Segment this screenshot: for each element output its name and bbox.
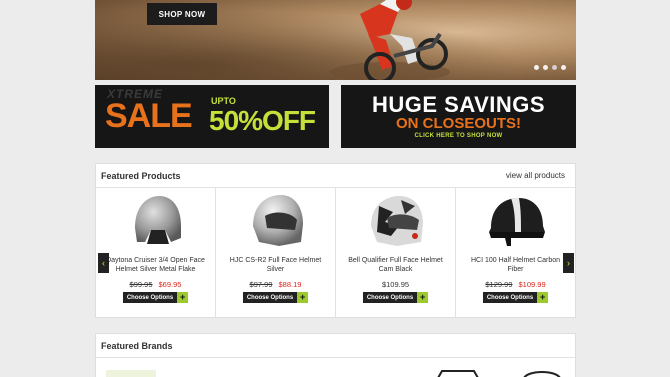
plus-icon[interactable]: + bbox=[537, 292, 549, 303]
sale-word: SALE bbox=[105, 97, 193, 135]
sale-price: $88.19 bbox=[278, 280, 302, 289]
brand-logo[interactable] bbox=[520, 370, 564, 377]
camo-full-face-helmet-image[interactable] bbox=[365, 192, 427, 250]
sale-price: $109.99 bbox=[518, 280, 546, 289]
open-face-helmet-image[interactable] bbox=[125, 192, 187, 250]
featured-products-title: Featured Products bbox=[101, 170, 181, 181]
featured-products-panel: Featured Products view all products Dayt… bbox=[95, 163, 576, 318]
product-card[interactable]: Bell Qualifier Full Face Helmet Cam Blac… bbox=[336, 188, 456, 318]
product-prices: $97.99 $88.19 bbox=[250, 280, 302, 289]
slider-dot[interactable] bbox=[534, 65, 539, 70]
product-name[interactable]: HCI 100 Half Helmet Carbon Fiber bbox=[466, 256, 566, 276]
product-prices: $99.95 $69.95 bbox=[130, 280, 182, 289]
plus-icon[interactable]: + bbox=[297, 292, 309, 303]
discount-label: 50%OFF bbox=[209, 105, 316, 136]
choose-options-label[interactable]: Choose Options bbox=[122, 292, 178, 303]
shop-now-button[interactable]: SHOP NOW bbox=[147, 3, 217, 25]
choose-options-label[interactable]: Choose Options bbox=[242, 292, 298, 303]
closeouts-subline: ON CLOSEOUTS! bbox=[395, 115, 521, 132]
hero-banner[interactable]: SHOP NOW bbox=[95, 0, 576, 80]
choose-options-button[interactable]: Choose Options + bbox=[122, 292, 189, 303]
choose-options-label[interactable]: Choose Options bbox=[482, 292, 538, 303]
slider-dot[interactable] bbox=[561, 65, 566, 70]
product-card[interactable]: HCI 100 Half Helmet Carbon Fiber $129.99… bbox=[456, 188, 575, 318]
featured-brands-panel: Featured Brands bbox=[95, 333, 576, 377]
carousel-next-arrow[interactable]: › bbox=[563, 253, 574, 273]
half-helmet-image[interactable] bbox=[485, 192, 547, 250]
slider-dots bbox=[534, 65, 566, 70]
product-name[interactable]: HJC CS-R2 Full Face Helmet Silver bbox=[226, 256, 326, 276]
featured-brands-title: Featured Brands bbox=[101, 340, 173, 351]
featured-products-header: Featured Products view all products bbox=[96, 164, 575, 188]
brand-logo[interactable] bbox=[106, 370, 166, 377]
closeouts-promo-banner[interactable]: HUGE SAVINGS ON CLOSEOUTS! CLICK HERE TO… bbox=[341, 85, 576, 148]
original-price: $99.95 bbox=[129, 280, 153, 289]
product-carousel: Daytona Cruiser 3/4 Open Face Helmet Sil… bbox=[96, 188, 575, 318]
motocross-rider-image bbox=[330, 0, 450, 80]
original-price: $97.99 bbox=[249, 280, 273, 289]
shop-now-link[interactable]: CLICK HERE TO SHOP NOW bbox=[341, 133, 576, 139]
sale-price: $69.95 bbox=[158, 280, 182, 289]
carousel-prev-arrow[interactable]: ‹ bbox=[98, 253, 109, 273]
featured-brands-header: Featured Brands bbox=[96, 334, 575, 358]
product-name[interactable]: Bell Qualifier Full Face Helmet Cam Blac… bbox=[346, 256, 446, 276]
choose-options-button[interactable]: Choose Options + bbox=[362, 292, 429, 303]
slider-dot[interactable] bbox=[552, 65, 557, 70]
brand-logo[interactable] bbox=[436, 370, 480, 377]
product-card[interactable]: HJC CS-R2 Full Face Helmet Silver $97.99… bbox=[216, 188, 336, 318]
view-all-products-link[interactable]: view all products bbox=[506, 171, 565, 180]
choose-options-button[interactable]: Choose Options + bbox=[482, 292, 549, 303]
choose-options-label[interactable]: Choose Options bbox=[362, 292, 418, 303]
product-prices: $109.95 bbox=[382, 280, 409, 289]
product-prices: $129.99 $109.99 bbox=[485, 280, 545, 289]
choose-options-button[interactable]: Choose Options + bbox=[242, 292, 309, 303]
full-face-helmet-image[interactable] bbox=[245, 192, 307, 250]
product-name[interactable]: Daytona Cruiser 3/4 Open Face Helmet Sil… bbox=[106, 256, 206, 276]
plus-icon[interactable]: + bbox=[177, 292, 189, 303]
regular-price: $109.95 bbox=[381, 280, 410, 289]
slider-dot[interactable] bbox=[543, 65, 548, 70]
sale-promo-banner[interactable]: XTREME SALE UPTO 50%OFF bbox=[95, 85, 329, 148]
original-price: $129.99 bbox=[485, 280, 513, 289]
plus-icon[interactable]: + bbox=[417, 292, 429, 303]
product-card[interactable]: Daytona Cruiser 3/4 Open Face Helmet Sil… bbox=[96, 188, 216, 318]
